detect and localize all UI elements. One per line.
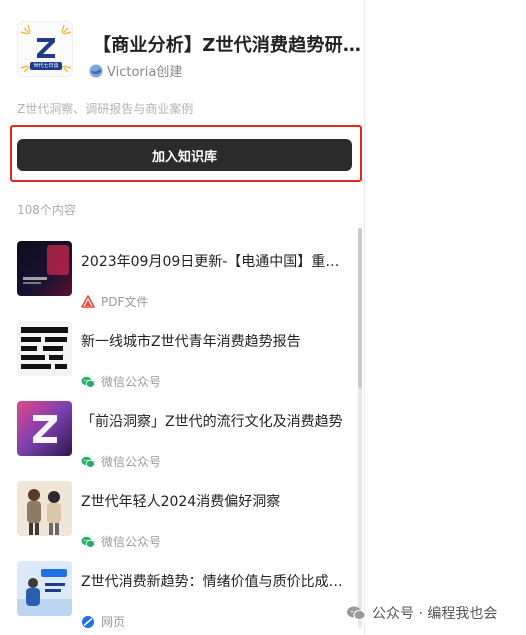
wechat-icon: [81, 535, 96, 549]
web-icon: [81, 615, 95, 629]
list-item[interactable]: 2023年09月09日更新-【电通中国】重识Z世代 PDF文件: [17, 241, 352, 321]
scrollbar-thumb[interactable]: [358, 228, 362, 388]
item-meta: PDF文件: [81, 293, 148, 310]
content-count: 108个内容: [17, 203, 76, 217]
knowledge-base-title: 【商业分析】Z世代消费趋势研究报告: [93, 35, 361, 56]
item-thumbnail: [17, 241, 72, 296]
list-item[interactable]: Z世代消费新趋势：情绪价值与质价比成为新宠 网页: [17, 561, 352, 635]
content-list: 2023年09月09日更新-【电通中国】重识Z世代 PDF文件 新一线城市Z世代…: [0, 228, 364, 635]
wechat-icon: [81, 455, 96, 469]
item-type: 微信公众号: [101, 535, 162, 549]
creator-info[interactable]: Victoria创建: [89, 61, 182, 80]
item-type: 微信公众号: [101, 455, 162, 469]
panel-divider: [364, 0, 365, 635]
content-list-scrollbar[interactable]: [358, 228, 362, 628]
item-thumbnail: [17, 321, 72, 376]
creator-name: Victoria创建: [107, 65, 183, 80]
pdf-icon: [81, 294, 95, 309]
creator-avatar-icon: [89, 64, 103, 78]
item-title[interactable]: Z世代消费新趋势：情绪价值与质价比成为新宠: [81, 571, 349, 591]
item-title[interactable]: 「前沿洞察」Z世代的流行文化及消费趋势: [81, 411, 349, 431]
wechat-icon: [81, 375, 96, 389]
item-type: 微信公众号: [101, 375, 162, 389]
cover-text: 世代七日谈: [33, 63, 59, 69]
join-knowledge-base-button[interactable]: 加入知识库: [17, 139, 352, 171]
item-title[interactable]: Z世代年轻人2024消费偏好洞察: [81, 491, 349, 511]
knowledge-base-description: Z世代洞察、调研报告与商业案例: [17, 102, 194, 116]
wechat-watermark-icon: [346, 605, 366, 621]
knowledge-base-panel: 世代七日谈 【商业分析】Z世代消费趋势研究报告 Victoria创建 Z世代洞察…: [0, 0, 364, 635]
item-thumbnail: [17, 401, 72, 456]
list-item[interactable]: 「前沿洞察」Z世代的流行文化及消费趋势 微信公众号: [17, 401, 352, 481]
item-type: 网页: [101, 615, 126, 629]
watermark-text: 公众号 · 编程我也会: [372, 606, 498, 622]
item-meta: 微信公众号: [81, 373, 161, 390]
list-item[interactable]: Z世代年轻人2024消费偏好洞察 微信公众号: [17, 481, 352, 561]
watermark: 公众号 · 编程我也会: [346, 603, 497, 623]
knowledge-base-cover: 世代七日谈: [17, 21, 73, 77]
item-meta: 微信公众号: [81, 533, 161, 550]
knowledge-base-header: 世代七日谈 【商业分析】Z世代消费趋势研究报告 Victoria创建: [17, 21, 361, 81]
item-title[interactable]: 新一线城市Z世代青年消费趋势报告: [81, 331, 349, 351]
item-meta: 网页: [81, 613, 125, 630]
item-title[interactable]: 2023年09月09日更新-【电通中国】重识Z世代: [81, 251, 349, 271]
item-meta: 微信公众号: [81, 453, 161, 470]
list-item[interactable]: 新一线城市Z世代青年消费趋势报告 微信公众号: [17, 321, 352, 401]
item-thumbnail: [17, 561, 72, 616]
item-thumbnail: [17, 481, 72, 536]
item-type: PDF文件: [101, 295, 149, 309]
